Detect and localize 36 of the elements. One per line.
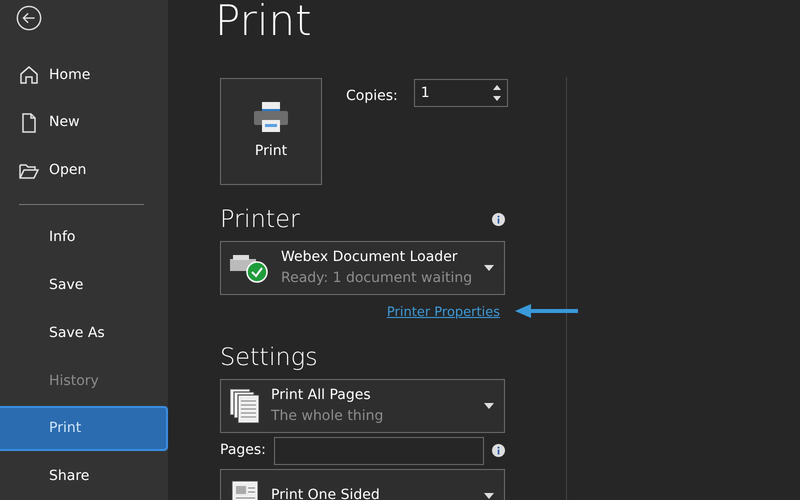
sidebar-item[interactable]: Save As: [0, 317, 168, 350]
pages-icon: [229, 388, 261, 424]
dropdown-title: Print One Sided: [271, 487, 381, 500]
pages-label: Pages:: [220, 441, 266, 460]
arrow-icon: [515, 304, 579, 318]
printer-icon: [253, 101, 289, 133]
dropdown-title: Print All Pages: [271, 386, 372, 404]
caret-icon: [484, 492, 494, 498]
back-icon[interactable]: [15, 5, 43, 32]
info-icon[interactable]: [492, 212, 505, 226]
copies-field[interactable]: 1: [414, 79, 508, 107]
dropdown-title: Webex Document Loader: [281, 249, 459, 266]
copies-label: Copies:: [346, 87, 398, 106]
pages-field[interactable]: [274, 436, 484, 464]
sidebar-item[interactable]: Info: [0, 222, 168, 254]
dropdown-subtitle: Ready: 1 document waiting: [281, 270, 474, 287]
page-title: Print: [220, 0, 313, 42]
sidebar-item[interactable]: Share: [0, 460, 168, 492]
caret-icon: [484, 402, 494, 408]
sidebar-item[interactable]: Open: [0, 154, 168, 187]
section-heading: Settings: [220, 342, 319, 372]
sidebar-item[interactable]: Home: [0, 59, 168, 91]
caret-icon: [484, 265, 494, 271]
settings-dropdown[interactable]: Print One Sided: [220, 468, 505, 500]
sidebar-item[interactable]: Print: [0, 406, 168, 452]
info-icon[interactable]: [492, 444, 505, 457]
printer-properties-link[interactable]: Printer Properties: [386, 303, 500, 322]
printer-dropdown[interactable]: Webex Document Loader Ready: 1 document waiting: [220, 241, 505, 295]
home-icon: [19, 65, 39, 86]
settings-dropdown[interactable]: Print All Pages The whole thing: [220, 378, 505, 432]
dropdown-subtitle: The whole thing: [271, 408, 384, 424]
sidebar-item[interactable]: New: [0, 106, 168, 139]
spinner-icon[interactable]: [492, 84, 501, 102]
sidebar-item[interactable]: Save: [0, 269, 168, 302]
print-button[interactable]: Print: [220, 78, 322, 185]
section-heading: Printer: [220, 204, 300, 235]
